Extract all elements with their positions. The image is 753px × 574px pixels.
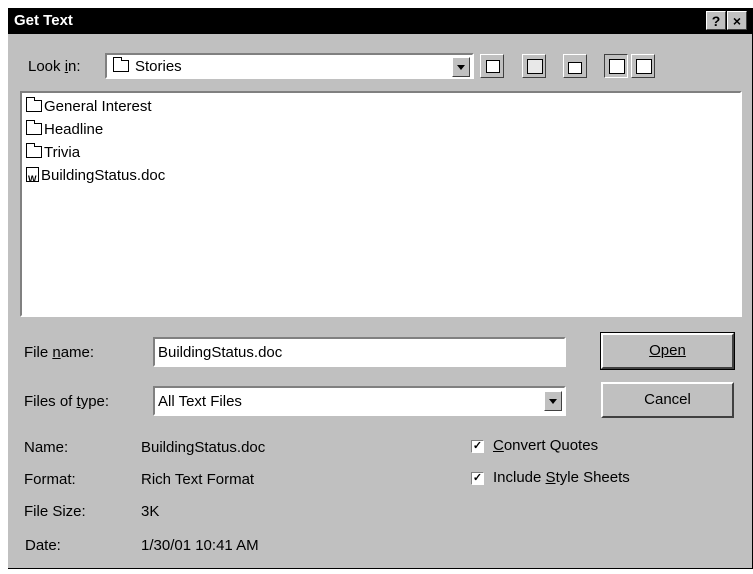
info-value-name: BuildingStatus.doc bbox=[141, 439, 266, 456]
include-style-sheets-label[interactable]: Include Style Sheets bbox=[493, 469, 630, 486]
up-one-level-button[interactable] bbox=[480, 54, 504, 78]
info-label-format: Format: bbox=[24, 471, 76, 488]
file-list[interactable]: General Interest Headline Trivia Buildin… bbox=[20, 91, 742, 317]
file-name-value: BuildingStatus.doc bbox=[158, 344, 283, 361]
chevron-down-icon[interactable] bbox=[452, 57, 470, 77]
files-of-type-combo[interactable]: All Text Files bbox=[153, 386, 566, 416]
info-value-format: Rich Text Format bbox=[141, 471, 255, 488]
desktop-button[interactable] bbox=[522, 54, 546, 78]
file-name-field[interactable]: BuildingStatus.doc bbox=[153, 337, 566, 367]
help-button[interactable]: ? bbox=[706, 11, 726, 30]
convert-quotes-checkbox[interactable]: ✓ bbox=[471, 440, 484, 453]
files-of-type-label: Files of type: bbox=[24, 393, 110, 410]
list-view-button[interactable] bbox=[604, 54, 628, 78]
new-folder-icon bbox=[568, 62, 582, 74]
details-view-icon bbox=[636, 59, 652, 74]
info-value-date: 1/30/01 10:41 AM bbox=[141, 537, 259, 554]
list-item-label: Headline bbox=[44, 121, 104, 138]
window-title: Get Text bbox=[14, 12, 73, 29]
close-button[interactable]: × bbox=[727, 11, 747, 30]
details-view-button[interactable] bbox=[631, 54, 655, 78]
look-in-value: Stories bbox=[135, 58, 182, 75]
folder-icon bbox=[26, 120, 42, 135]
info-label-date: Date: bbox=[25, 537, 61, 554]
list-item-label: BuildingStatus.doc bbox=[41, 167, 166, 184]
up-folder-icon bbox=[486, 60, 500, 73]
folder-icon bbox=[113, 57, 131, 75]
desktop-icon bbox=[527, 59, 543, 74]
files-of-type-value: All Text Files bbox=[158, 393, 242, 410]
list-item[interactable]: General Interest bbox=[26, 96, 152, 118]
list-item[interactable]: BuildingStatus.doc bbox=[26, 165, 166, 190]
chevron-down-icon[interactable] bbox=[544, 391, 562, 411]
list-view-icon bbox=[609, 59, 625, 74]
new-folder-button[interactable] bbox=[563, 54, 587, 78]
look-in-label: Look in: bbox=[28, 58, 81, 75]
folder-icon bbox=[26, 143, 42, 158]
list-item[interactable]: Headline bbox=[26, 119, 103, 141]
cancel-button[interactable]: Cancel bbox=[601, 382, 734, 418]
look-in-combo[interactable]: Stories bbox=[105, 53, 474, 79]
include-style-sheets-checkbox[interactable]: ✓ bbox=[471, 472, 484, 485]
list-item-label: General Interest bbox=[44, 98, 152, 115]
info-label-size: File Size: bbox=[24, 503, 86, 520]
info-value-size: 3K bbox=[141, 503, 160, 520]
info-label-name: Name: bbox=[24, 439, 69, 456]
file-name-label: File name: bbox=[24, 344, 95, 361]
list-item-label: Trivia bbox=[44, 144, 81, 161]
get-text-dialog: Get Text ? × Look in: Stories General In… bbox=[8, 8, 753, 569]
word-document-icon bbox=[26, 167, 39, 190]
convert-quotes-label[interactable]: Convert Quotes bbox=[493, 437, 598, 454]
folder-icon bbox=[26, 97, 42, 112]
open-button[interactable]: Open bbox=[600, 332, 735, 370]
title-bar[interactable]: Get Text ? × bbox=[8, 8, 752, 34]
list-item[interactable]: Trivia bbox=[26, 142, 80, 164]
open-button-label: Open bbox=[649, 342, 686, 359]
